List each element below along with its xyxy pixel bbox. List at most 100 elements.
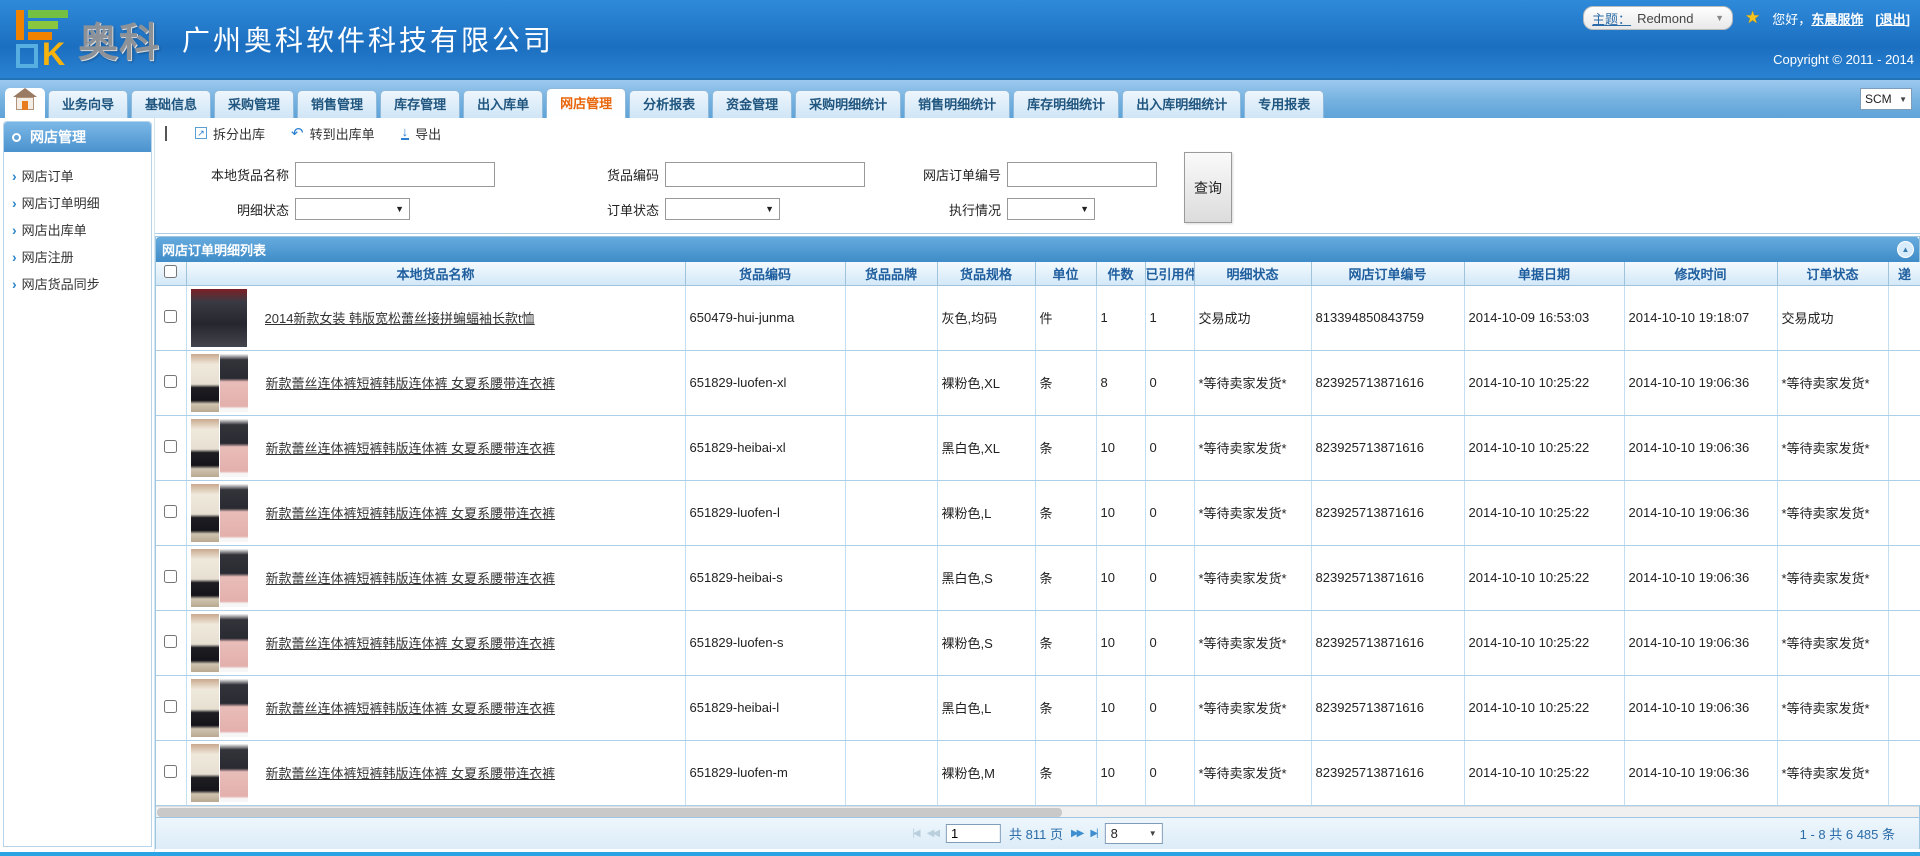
nav-tab[interactable]: 业务向导	[48, 90, 128, 118]
local-product-name-label: 本地货品名称	[165, 165, 295, 184]
table-cell: 交易成功	[1777, 285, 1888, 350]
sidebar-item[interactable]: ›网店注册	[4, 243, 151, 270]
product-image[interactable]	[191, 419, 219, 477]
prev-page-icon[interactable]: ◀◀	[927, 828, 938, 839]
module-circle-icon	[12, 133, 21, 142]
column-header[interactable]: 货品品牌	[845, 262, 937, 285]
product-image[interactable]	[220, 549, 248, 607]
product-name-link[interactable]: 新款蕾丝连体裤短裤韩版连体裤 女夏系腰带连衣裤	[266, 698, 556, 717]
sidebar-item[interactable]: ›网店出库单	[4, 216, 151, 243]
local-product-name-input[interactable]	[295, 162, 495, 187]
nav-tab[interactable]: 出入库明细统计	[1122, 90, 1241, 118]
nav-tab[interactable]: 采购明细统计	[795, 90, 901, 118]
sidebar-item[interactable]: ›网店订单明细	[4, 189, 151, 216]
row-checkbox[interactable]	[164, 375, 177, 388]
sidebar-item[interactable]: ›网店货品同步	[4, 270, 151, 297]
export-button[interactable]: ↓ 导出	[401, 124, 442, 143]
split-outbound-button[interactable]: ↗ 拆分出库	[195, 124, 265, 143]
last-page-icon[interactable]: ▶|	[1090, 828, 1096, 839]
nav-tab[interactable]: 销售管理	[297, 90, 377, 118]
nav-tab[interactable]: 网店管理	[546, 88, 626, 118]
select-all-checkbox[interactable]	[164, 265, 177, 278]
row-checkbox[interactable]	[164, 570, 177, 583]
column-header[interactable]: 递	[1888, 262, 1920, 285]
nav-tab[interactable]: 基础信息	[131, 90, 211, 118]
product-image[interactable]	[220, 484, 248, 542]
column-header[interactable]: 订单状态	[1777, 262, 1888, 285]
product-image[interactable]	[220, 679, 248, 737]
column-header[interactable]: 修改时间	[1624, 262, 1777, 285]
table-cell: 2014-10-10 10:25:22	[1464, 610, 1624, 675]
row-checkbox[interactable]	[164, 505, 177, 518]
product-name-link[interactable]: 新款蕾丝连体裤短裤韩版连体裤 女夏系腰带连衣裤	[266, 763, 556, 782]
chevron-down-icon: ▼	[1715, 13, 1724, 23]
sidebar-header: 网店管理	[4, 122, 151, 152]
detail-status-select[interactable]: ▼	[295, 198, 410, 220]
next-page-icon[interactable]: ▶▶	[1071, 828, 1082, 839]
column-header[interactable]: 件数	[1096, 262, 1145, 285]
page-number-input[interactable]	[946, 824, 1001, 843]
product-image[interactable]	[191, 484, 219, 542]
row-checkbox[interactable]	[164, 635, 177, 648]
nav-tabs: 业务向导基础信息采购管理销售管理库存管理出入库单网店管理分析报表资金管理采购明细…	[48, 88, 1327, 118]
column-header[interactable]: 网店订单编号	[1311, 262, 1464, 285]
product-image[interactable]	[191, 354, 219, 412]
bottom-accent-strip	[0, 852, 1920, 856]
product-image[interactable]	[191, 549, 219, 607]
row-checkbox[interactable]	[164, 765, 177, 778]
column-header[interactable]: 单位	[1035, 262, 1096, 285]
page-size-select[interactable]: 8 ▼	[1105, 823, 1163, 844]
order-status-select[interactable]: ▼	[665, 198, 780, 220]
horizontal-scrollbar[interactable]	[156, 806, 1919, 817]
product-name-link[interactable]: 2014新款女装 韩版宽松蕾丝接拼蝙蝠袖长款t恤	[265, 308, 535, 327]
row-checkbox[interactable]	[164, 700, 177, 713]
product-image[interactable]	[220, 419, 248, 477]
table-cell: 0	[1145, 545, 1194, 610]
column-header[interactable]: 单据日期	[1464, 262, 1624, 285]
product-image[interactable]	[191, 744, 219, 802]
scrollbar-thumb[interactable]	[157, 808, 1062, 817]
logout-link[interactable]: [退出]	[1875, 9, 1910, 28]
column-header[interactable]: 货品规格	[937, 262, 1035, 285]
sidebar-item[interactable]: ›网店订单	[4, 162, 151, 189]
product-image[interactable]	[191, 614, 219, 672]
row-checkbox[interactable]	[164, 310, 177, 323]
product-image[interactable]	[220, 744, 248, 802]
goto-outbound-button[interactable]: ↶ 转到出库单	[291, 124, 375, 143]
product-name-link[interactable]: 新款蕾丝连体裤短裤韩版连体裤 女夏系腰带连衣裤	[266, 373, 556, 392]
product-image[interactable]	[191, 679, 219, 737]
nav-tab[interactable]: 资金管理	[712, 90, 792, 118]
favorite-star-icon[interactable]: ★	[1745, 8, 1760, 28]
nav-tab[interactable]: 库存明细统计	[1013, 90, 1119, 118]
column-header[interactable]: 货品编码	[685, 262, 845, 285]
product-name-link[interactable]: 新款蕾丝连体裤短裤韩版连体裤 女夏系腰带连衣裤	[266, 633, 556, 652]
product-image[interactable]	[220, 354, 248, 412]
username-link[interactable]: 东晨服饰	[1811, 12, 1863, 27]
product-name-link[interactable]: 新款蕾丝连体裤短裤韩版连体裤 女夏系腰带连衣裤	[266, 438, 556, 457]
first-page-icon[interactable]: |◀	[912, 828, 918, 839]
home-tab[interactable]	[5, 88, 45, 118]
execution-status-select[interactable]: ▼	[1007, 198, 1095, 220]
theme-select[interactable]: 主题： Redmond ▼	[1583, 6, 1733, 30]
table-cell: 交易成功	[1194, 285, 1311, 350]
nav-tab[interactable]: 专用报表	[1244, 90, 1324, 118]
nav-tab[interactable]: 采购管理	[214, 90, 294, 118]
scm-select[interactable]: SCM ▼	[1860, 88, 1912, 110]
nav-tab[interactable]: 销售明细统计	[904, 90, 1010, 118]
collapse-panel-icon[interactable]: ▲	[1897, 241, 1914, 258]
nav-tab[interactable]: 出入库单	[463, 90, 543, 118]
product-name-link[interactable]: 新款蕾丝连体裤短裤韩版连体裤 女夏系腰带连衣裤	[266, 568, 556, 587]
product-code-input[interactable]	[665, 162, 865, 187]
product-name-link[interactable]: 新款蕾丝连体裤短裤韩版连体裤 女夏系腰带连衣裤	[266, 503, 556, 522]
column-header[interactable]: 明细状态	[1194, 262, 1311, 285]
row-checkbox[interactable]	[164, 440, 177, 453]
shop-order-no-input[interactable]	[1007, 162, 1157, 187]
column-header[interactable]: 已引用件	[1145, 262, 1194, 285]
nav-tab[interactable]: 分析报表	[629, 90, 709, 118]
nav-tab[interactable]: 库存管理	[380, 90, 460, 118]
product-image[interactable]	[220, 614, 248, 672]
query-button[interactable]: 查询	[1184, 152, 1232, 223]
table-cell: 灰色,均码	[937, 285, 1035, 350]
product-image[interactable]	[191, 289, 247, 347]
column-header[interactable]: 本地货品名称	[186, 262, 685, 285]
